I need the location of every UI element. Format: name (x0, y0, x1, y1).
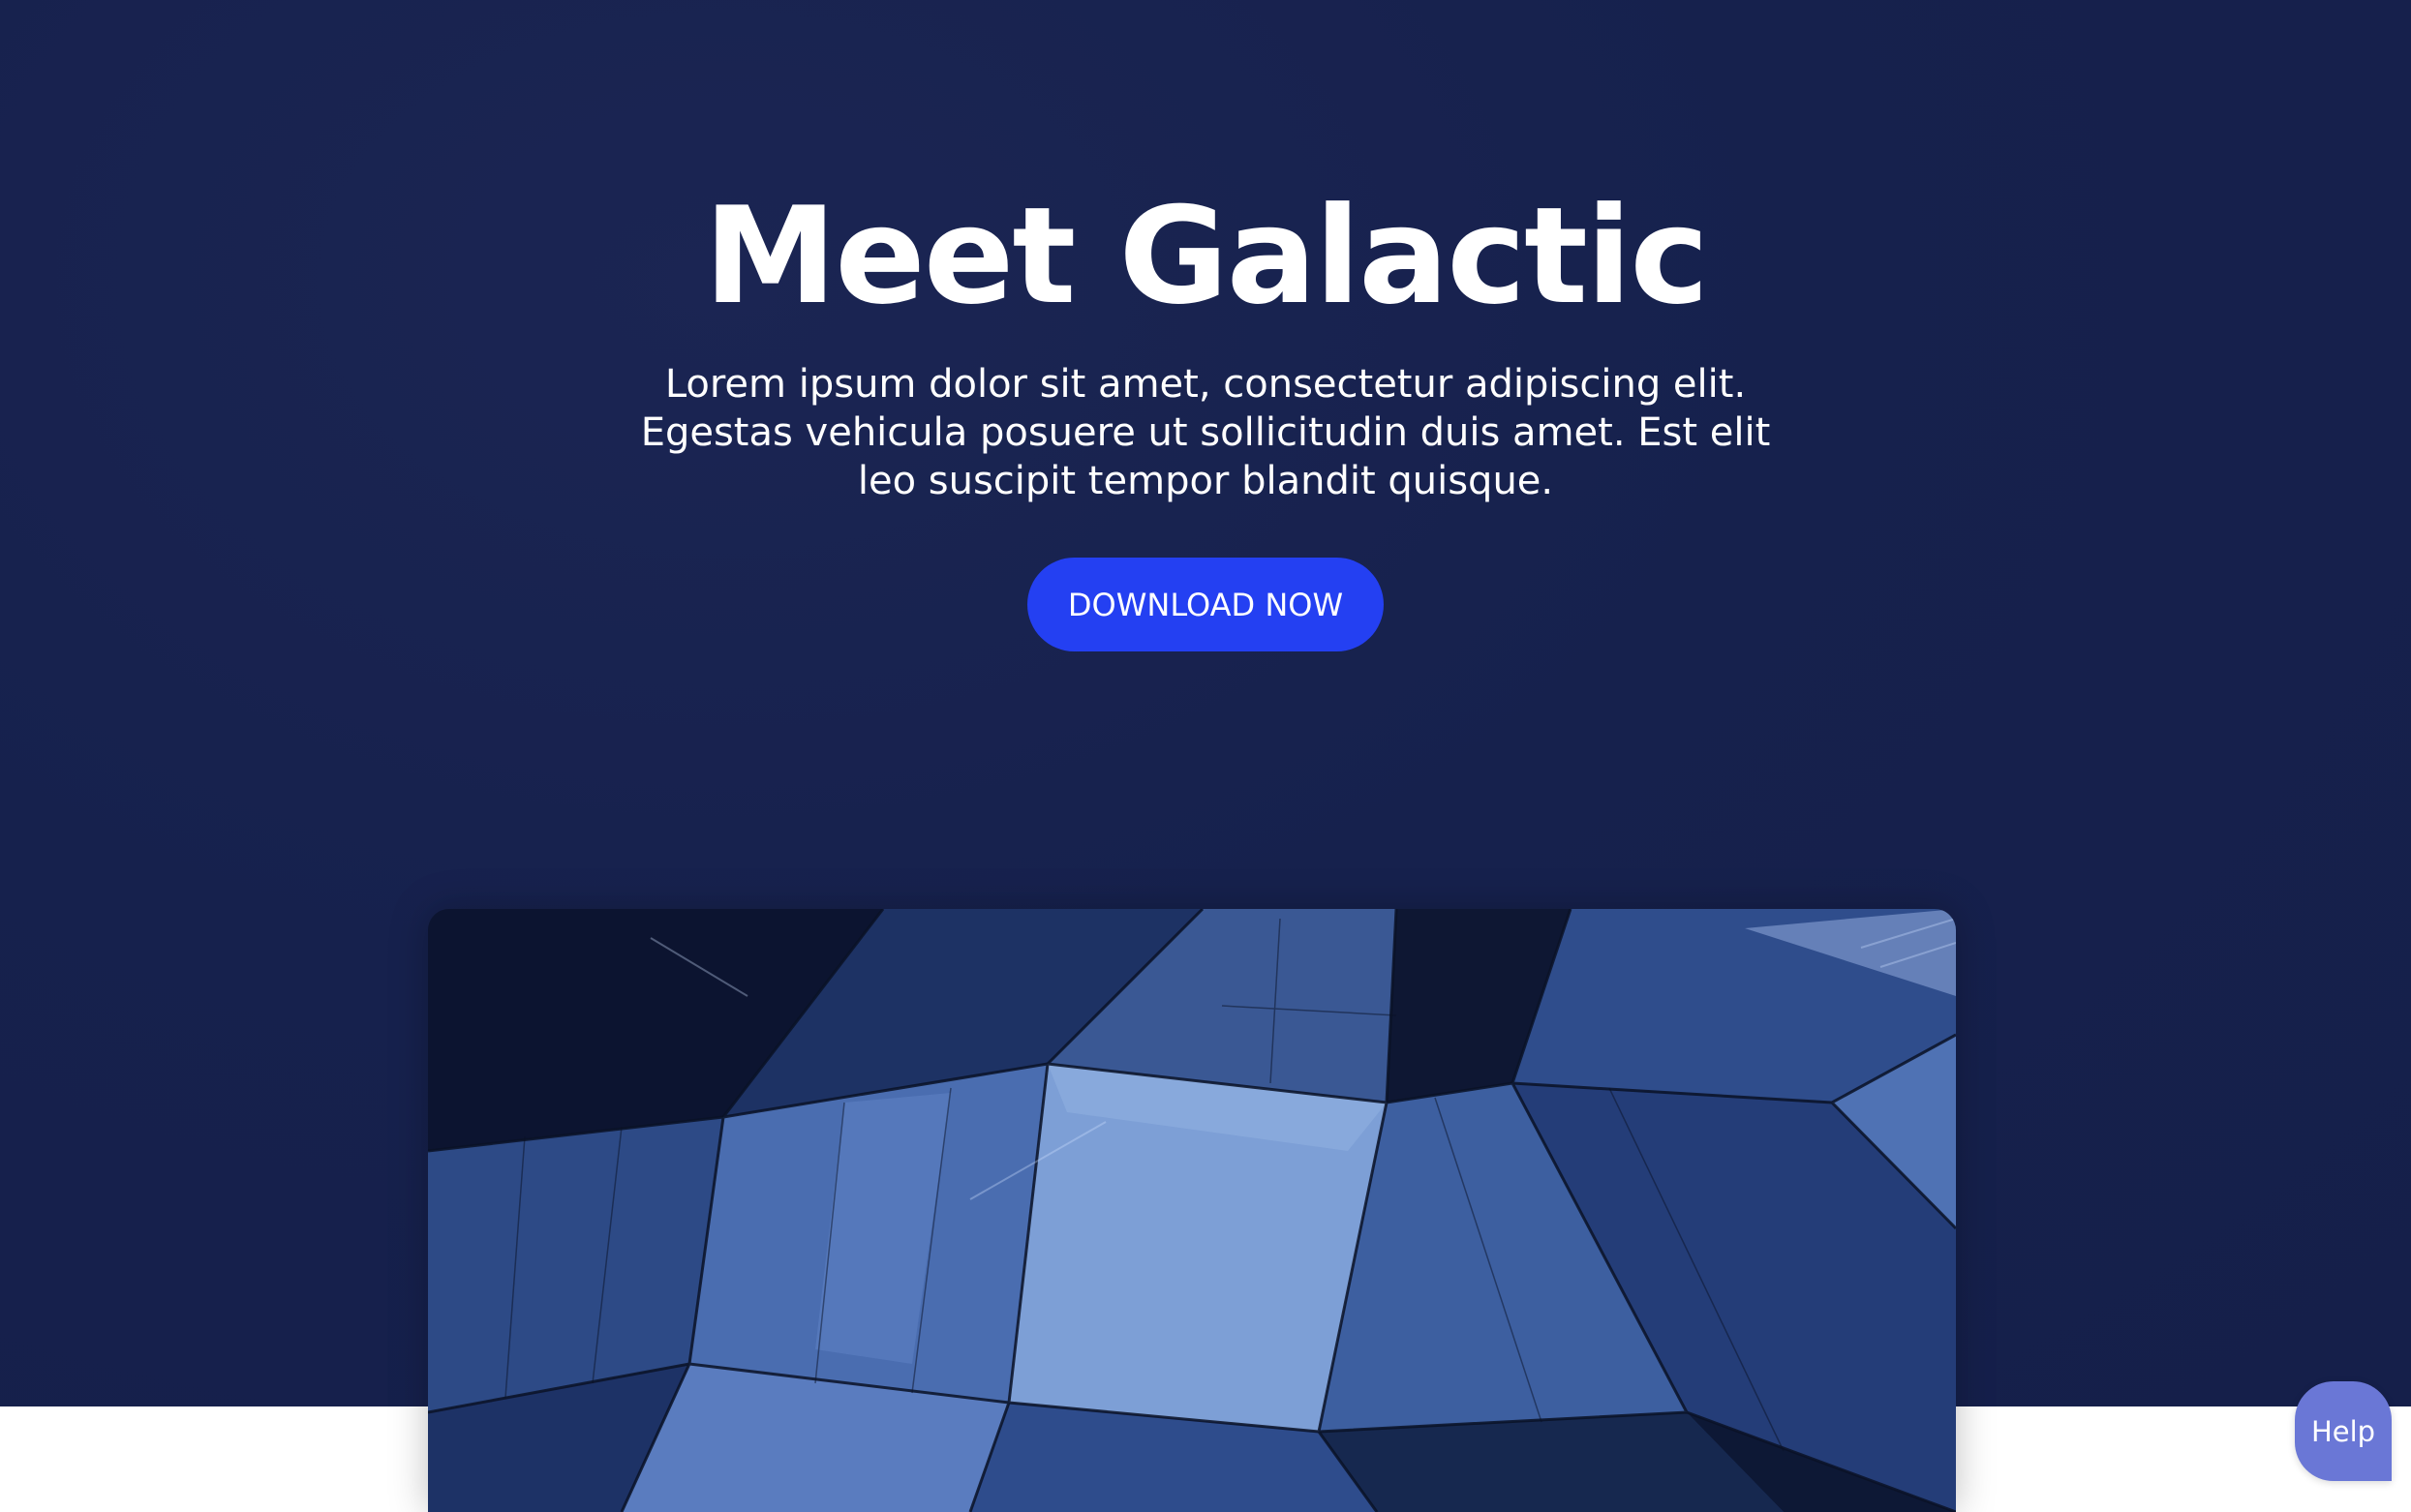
landing-page: Meet Galactic Lorem ipsum dolor sit amet… (0, 0, 2411, 1512)
download-now-button[interactable]: DOWNLOAD NOW (1027, 558, 1384, 651)
hero-title: Meet Galactic (703, 178, 1709, 334)
hero-image (428, 909, 1956, 1512)
help-button[interactable]: Help (2295, 1381, 2392, 1481)
architecture-image-icon (428, 909, 1956, 1512)
hero-subtitle: Lorem ipsum dolor sit amet, consectetur … (640, 362, 1771, 503)
